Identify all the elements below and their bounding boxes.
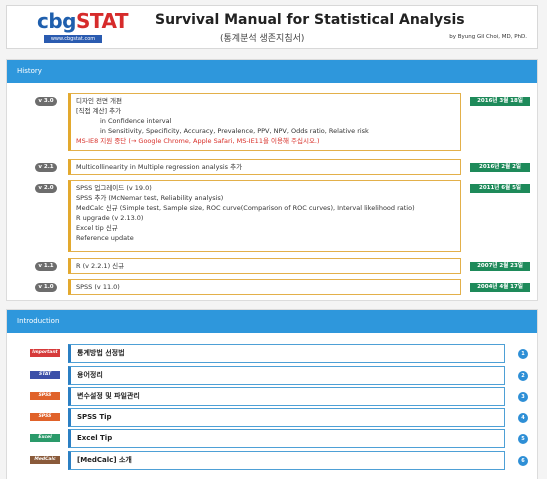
intro-link[interactable]: Excel Tip: [68, 429, 505, 448]
page-subtitle: (통계분석 생존지침서): [220, 34, 305, 44]
category-tag: SPSS: [30, 392, 60, 400]
history-line-warning: MS-IE8 지원 중단 (→ Google Chrome, Apple Saf…: [76, 137, 320, 145]
category-tag: Excel: [30, 434, 60, 442]
intro-item[interactable]: MedCalc [MedCalc] 소개 6: [7, 451, 539, 470]
history-line: 디자인 전면 개편: [76, 97, 122, 105]
item-number-badge: 5: [518, 434, 528, 444]
category-tag: STAT: [30, 371, 60, 379]
date-badge: 2004년 4월 17일: [470, 283, 530, 292]
history-line: SPSS (v 11.0): [76, 283, 120, 291]
history-panel: History v 3.0 디자인 전면 개편 [직접 계산] 추가 in Co…: [6, 59, 538, 301]
date-badge: 2011년 6월 5일: [470, 184, 530, 193]
history-line: [직접 계산] 추가: [76, 107, 122, 115]
item-number-badge: 4: [518, 413, 528, 423]
intro-item[interactable]: STAT 용어정리 2: [7, 366, 539, 385]
history-line: Excel tip 신규: [76, 224, 118, 232]
introduction-heading: Introduction: [7, 310, 537, 333]
history-line: R (v 2.2.1) 신규: [76, 262, 125, 270]
date-badge: 2016년 3월 18일: [470, 97, 530, 106]
history-entry-box: R (v 2.2.1) 신규: [68, 258, 461, 274]
page-title: Survival Manual for Statistical Analysis: [155, 12, 465, 28]
site-header: cbgSTAT www.cbgstat.com Survival Manual …: [6, 5, 538, 49]
history-entry-box: SPSS (v 11.0): [68, 279, 461, 295]
intro-link[interactable]: [MedCalc] 소개: [68, 451, 505, 470]
item-number-badge: 3: [518, 392, 528, 402]
category-tag: SPSS: [30, 413, 60, 421]
history-heading: History: [7, 60, 537, 83]
history-line: in Sensitivity, Specificity, Accuracy, P…: [100, 127, 369, 135]
history-entry-box: SPSS 업그레이드 (v 19.0) SPSS 추가 (McNemar tes…: [68, 180, 461, 252]
date-badge: 2016년 2월 2일: [470, 163, 530, 172]
version-badge: v 3.0: [35, 97, 57, 106]
logo-text: cbgSTAT: [37, 9, 129, 33]
version-badge: v 1.1: [35, 262, 57, 271]
date-badge: 2007년 2월 23일: [470, 262, 530, 271]
history-line: Multicollinearity in Multiple regression…: [76, 163, 243, 171]
logo-url: www.cbgstat.com: [44, 35, 102, 43]
category-tag: Important: [30, 349, 60, 357]
author-credit: by Byung Gil Choi, MD, PhD.: [449, 34, 527, 40]
history-entry-box: 디자인 전면 개편 [직접 계산] 추가 in Confidence inter…: [68, 93, 461, 151]
intro-link[interactable]: 통계방법 선정법: [68, 344, 505, 363]
intro-link[interactable]: 용어정리: [68, 366, 505, 385]
cbgstat-logo[interactable]: cbgSTAT www.cbgstat.com: [37, 9, 129, 46]
history-line: Reference update: [76, 234, 134, 242]
category-tag: MedCalc: [30, 456, 60, 464]
version-badge: v 2.1: [35, 163, 57, 172]
intro-item[interactable]: SPSS 변수설정 및 파일관리 3: [7, 387, 539, 406]
history-line: in Confidence interval: [100, 117, 172, 125]
item-number-badge: 2: [518, 371, 528, 381]
history-line: SPSS 추가 (McNemar test, Reliability analy…: [76, 194, 224, 202]
intro-link[interactable]: SPSS Tip: [68, 408, 505, 427]
intro-item[interactable]: SPSS SPSS Tip 4: [7, 408, 539, 427]
intro-item[interactable]: Important 통계방법 선정법 1: [7, 344, 539, 363]
item-number-badge: 6: [518, 456, 528, 466]
version-badge: v 2.0: [35, 184, 57, 193]
history-line: SPSS 업그레이드 (v 19.0): [76, 184, 152, 192]
introduction-panel: Introduction Important 통계방법 선정법 1 STAT 용…: [6, 309, 538, 479]
history-line: R upgrade (v 2.13.0): [76, 214, 144, 222]
intro-link[interactable]: 변수설정 및 파일관리: [68, 387, 505, 406]
history-line: MedCalc 신규 (Simple test, Sample size, RO…: [76, 204, 415, 212]
history-entry-box: Multicollinearity in Multiple regression…: [68, 159, 461, 175]
item-number-badge: 1: [518, 349, 528, 359]
intro-item[interactable]: Excel Excel Tip 5: [7, 429, 539, 448]
version-badge: v 1.0: [35, 283, 57, 292]
